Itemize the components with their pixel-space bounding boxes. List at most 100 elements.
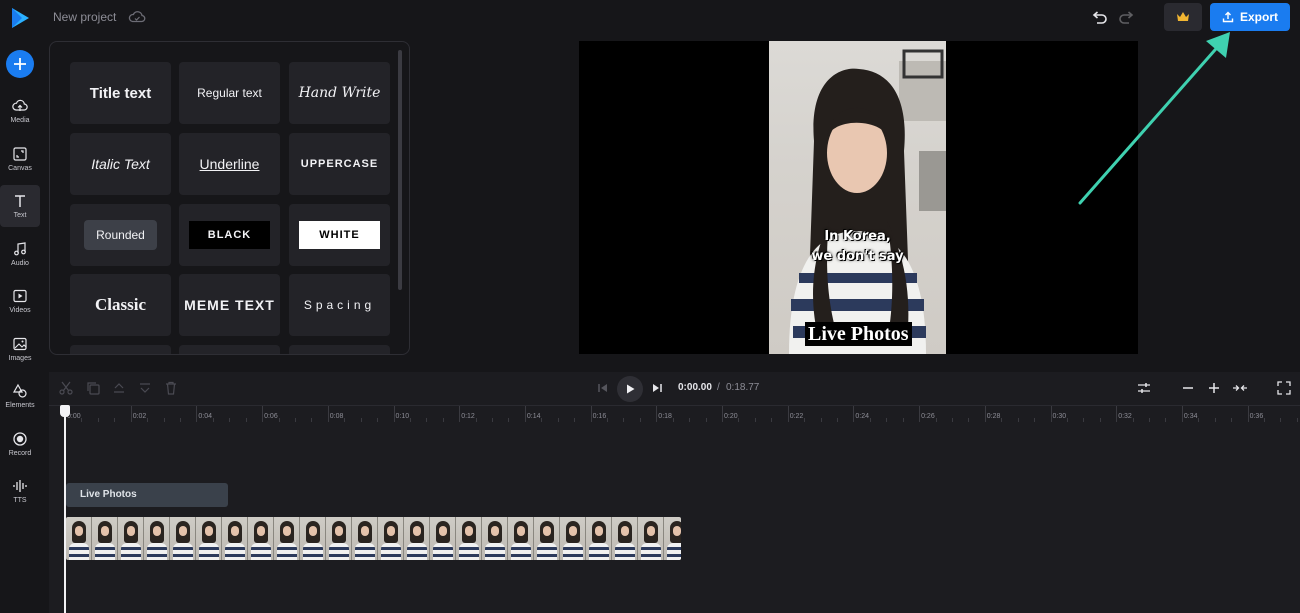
video-frame-image	[789, 49, 946, 354]
play-button[interactable]	[617, 376, 643, 402]
sidebar-item-label: Elements	[5, 402, 35, 409]
sidebar-item-text[interactable]: Text	[0, 185, 40, 227]
redo-icon[interactable]	[1117, 8, 1137, 28]
ruler-minor-tick	[1099, 418, 1101, 422]
ruler-label: 0:26	[921, 413, 935, 420]
ruler-tick	[327, 406, 329, 422]
text-style-underline[interactable]: Underline	[179, 133, 280, 195]
video-frame: In Korea, we don't say Live Photos	[769, 41, 946, 354]
skip-back-icon[interactable]	[595, 380, 611, 396]
undo-icon[interactable]	[1089, 8, 1109, 28]
fullscreen-icon[interactable]	[1276, 380, 1292, 396]
sidebar-item-elements[interactable]: Elements	[0, 375, 40, 417]
ruler-tick	[853, 406, 855, 422]
export-button[interactable]: Export	[1210, 3, 1290, 31]
text-style-meme[interactable]: MEME TEXT	[179, 274, 280, 336]
text-style-label: Underline	[199, 156, 260, 172]
project-title[interactable]: New project	[53, 10, 116, 24]
ruler-minor-tick	[1198, 418, 1200, 422]
text-style-regular[interactable]: Regular text	[179, 62, 280, 124]
fit-timeline-icon[interactable]	[1232, 380, 1248, 396]
premium-button[interactable]	[1164, 3, 1202, 31]
play-icon	[627, 384, 635, 394]
clip-thumbnail	[612, 517, 638, 560]
sidebar-item-label: Images	[8, 355, 32, 362]
move-up-icon[interactable]	[111, 380, 127, 396]
playhead[interactable]	[64, 408, 66, 613]
skip-forward-icon[interactable]	[649, 380, 665, 396]
ruler-minor-tick	[1296, 418, 1298, 422]
ruler-minor-tick	[574, 418, 576, 422]
title-caption[interactable]: Live Photos	[805, 322, 912, 346]
text-style-hand-write[interactable]: Hand Write	[289, 62, 390, 124]
text-style-black[interactable]: BLACK	[179, 204, 280, 266]
ruler-tick	[130, 406, 132, 422]
cloud-sync-icon	[128, 11, 146, 23]
clip-thumbnail	[170, 517, 196, 560]
move-down-icon[interactable]	[137, 380, 153, 396]
ruler-minor-tick	[81, 418, 83, 422]
playhead-handle[interactable]	[60, 405, 70, 417]
ruler-minor-tick	[771, 418, 773, 422]
clip-thumbnail	[118, 517, 144, 560]
upload-icon	[1222, 11, 1234, 23]
ruler-minor-tick	[311, 418, 313, 422]
text-style-tile[interactable]	[179, 345, 280, 354]
ruler-tick	[393, 406, 395, 422]
text-style-uppercase[interactable]: UPPERCASE	[289, 133, 390, 195]
timeline-ruler[interactable]: 0:00 0:02 0:04 0:06 0:08 0:10 0:12 0:14 0:16 0:18…	[49, 405, 1300, 425]
adjust-icon[interactable]	[1136, 380, 1152, 396]
clip-thumbnail	[352, 517, 378, 560]
music-note-icon	[14, 242, 26, 256]
ruler-label: 0:08	[329, 413, 344, 420]
sidebar-item-canvas[interactable]: Canvas	[0, 138, 40, 180]
sidebar-item-images[interactable]: Images	[0, 328, 40, 370]
video-preview[interactable]: In Korea, we don't say Live Photos	[579, 41, 1138, 354]
sidebar-item-label: Media	[10, 117, 30, 124]
add-media-button[interactable]	[6, 50, 34, 78]
text-style-rounded[interactable]: Rounded	[70, 204, 171, 266]
text-style-spacing[interactable]: Spacing	[289, 274, 390, 336]
app-logo-icon[interactable]	[8, 6, 32, 30]
clip-thumbnail	[274, 517, 300, 560]
ruler-minor-tick	[1280, 418, 1282, 422]
text-style-label: Title text	[89, 84, 152, 102]
panel-scrollbar[interactable]	[398, 50, 402, 290]
text-style-label: Rounded	[84, 220, 157, 250]
ruler-minor-tick	[1149, 418, 1151, 422]
text-style-italic[interactable]: Italic Text	[70, 133, 171, 195]
clip-thumbnail	[508, 517, 534, 560]
zoom-in-icon[interactable]	[1206, 380, 1222, 396]
clip-thumbnail	[534, 517, 560, 560]
timeline-toolbar: 0:00.00 / 0:18.77	[49, 372, 1300, 404]
clip-thumbnail	[92, 517, 118, 560]
trash-icon[interactable]	[163, 380, 179, 396]
ruler-minor-tick	[623, 418, 625, 422]
clip-thumbnail	[664, 517, 681, 560]
ruler-label: 0:24	[855, 413, 870, 420]
video-clip[interactable]	[66, 517, 681, 560]
sidebar-item-tts[interactable]: TTS	[0, 470, 40, 512]
text-style-classic[interactable]: Classic	[70, 274, 171, 336]
clip-thumbnail	[300, 517, 326, 560]
zoom-out-icon[interactable]	[1180, 380, 1196, 396]
ruler-minor-tick	[1214, 418, 1216, 422]
text-style-title[interactable]: Title text	[70, 62, 171, 124]
duplicate-icon[interactable]	[85, 380, 101, 396]
cloud-upload-icon	[12, 99, 28, 111]
text-style-tile[interactable]	[289, 345, 390, 354]
sidebar-item-media[interactable]: Media	[0, 90, 40, 132]
scissors-icon[interactable]	[58, 380, 74, 396]
ruler-minor-tick	[672, 418, 674, 422]
crown-icon	[1177, 12, 1189, 21]
sidebar-item-label: Record	[8, 450, 32, 457]
ruler-minor-tick	[442, 418, 444, 422]
text-clip[interactable]: Live Photos	[66, 483, 228, 507]
ruler-minor-tick	[360, 418, 362, 422]
sidebar-item-record[interactable]: Record	[0, 423, 40, 465]
sidebar-item-videos[interactable]: Videos	[0, 280, 40, 322]
clip-thumbnail	[560, 517, 586, 560]
sidebar-item-audio[interactable]: Audio	[0, 233, 40, 275]
text-style-white[interactable]: WHITE	[289, 204, 390, 266]
text-style-tile[interactable]	[70, 345, 171, 354]
